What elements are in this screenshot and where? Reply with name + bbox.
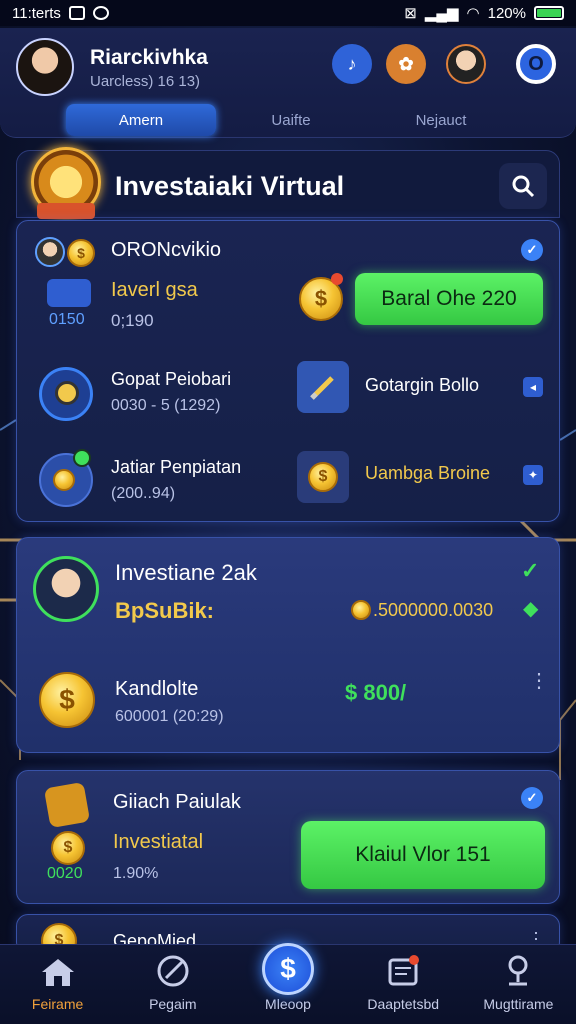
page-title: Investaiaki Virtual (115, 171, 345, 201)
card3-left-value: 0020 (47, 865, 83, 882)
row3-expand-icon[interactable]: ✦ (523, 465, 543, 485)
signal-icon: ▂▄▆ (424, 5, 459, 22)
card1-label: Iaverl gsa (111, 279, 198, 301)
avatar[interactable] (33, 556, 99, 622)
row2-right-label: Gotargin Bollo (365, 375, 480, 395)
pen-circle-icon (157, 955, 189, 987)
wifi-icon: ◠ (466, 5, 480, 22)
card1-action-button[interactable]: Baral Ohe 220 (355, 273, 543, 325)
bell-icon[interactable]: ♪ (332, 44, 372, 84)
dollar-icon: $ (262, 943, 314, 995)
coin-inner-icon (53, 469, 75, 491)
avatar[interactable] (16, 38, 74, 96)
dollar-coin-icon: $ (39, 672, 95, 728)
app-header: Riarckivhka Uarcless) 16 13) ♪ ✿ O Amern… (0, 28, 576, 138)
coin-icon: $ (67, 239, 95, 267)
card3-label: Investiatal (113, 831, 204, 853)
investment-card-1: $ ORONcvikio Iaverl gsa 0150 0;190 ✓ $ B… (16, 220, 560, 522)
card-icon (47, 279, 91, 307)
cat-icon[interactable]: ✿ (386, 44, 426, 84)
gem-icon: ◆ (523, 598, 539, 620)
more-options-icon[interactable]: ⋮ (529, 671, 549, 691)
home-icon (41, 959, 74, 986)
status-time: 11:terts (12, 4, 61, 22)
row2-title: Gopat Peiobari (111, 369, 232, 389)
tab-bar: Amern Uaifte Nejauct (66, 104, 516, 136)
nav-daaptetsbd-label: Daaptetsbd (367, 996, 440, 1012)
card3-percent: 1.90% (113, 865, 159, 882)
card1-left-value: 0150 (49, 311, 85, 328)
search-button[interactable] (499, 163, 547, 209)
row2-expand-icon[interactable]: ◂ (523, 377, 543, 397)
settings-ring-icon[interactable]: O (516, 44, 556, 84)
nav-home[interactable]: Feirame (0, 945, 115, 1024)
nav-mugttirame-label: Mugttirame (483, 996, 554, 1012)
notification-icon (68, 6, 85, 20)
balance-coin-icon (351, 600, 371, 620)
tab-uaifte[interactable]: Uaifte (216, 104, 366, 136)
row3-right-label: Uambga Broine (365, 463, 491, 483)
coin-tile-icon: $ (297, 451, 349, 503)
row3-subtitle: (200..94) (111, 485, 176, 502)
search-icon (512, 175, 535, 198)
user-subtitle: Uarcless) 16 13) (90, 73, 201, 90)
card3-title: Giiach Paiulak (113, 791, 241, 813)
check-icon[interactable]: ✓ (521, 239, 543, 261)
coin-stack-icon (43, 781, 91, 829)
nav-daaptetsbd[interactable]: Daaptetsbd (346, 945, 461, 1024)
card2-balance: .5000000.0030 (373, 600, 494, 620)
card3-action-button[interactable]: Klaiul Vlor 151 (301, 821, 545, 889)
nav-mugttirame[interactable]: Mugttirame (461, 945, 576, 1024)
green-dot-icon (73, 449, 91, 467)
nav-pegaim[interactable]: Pegaim (115, 945, 230, 1024)
bottom-navigation: Feirame Pegaim $ Mleoop Daaptetsbd Mugtt… (0, 943, 576, 1024)
card2-label: BpSuBik: (115, 598, 214, 623)
nfc-icon: ⊠ (404, 5, 417, 22)
notification-icon-2 (92, 6, 109, 20)
card2-item-subtitle: 600001 (20:29) (115, 708, 224, 725)
trophy-ribbon (37, 203, 95, 219)
pen-icon (297, 361, 349, 413)
status-bar: 11:terts ⊠ ▂▄▆ ◠ 120% (0, 0, 576, 26)
coin-icon: $ (51, 831, 85, 865)
document-icon (388, 955, 420, 986)
profile-avatar-icon[interactable] (446, 44, 486, 84)
battery-percent: 120% (487, 4, 526, 22)
nav-mleoop-label: Mleoop (265, 996, 311, 1012)
card2-item-amount: $ 800/ (345, 680, 407, 705)
card2-item-title: Kandlolte (115, 678, 199, 700)
investment-card-2: Investiane 2ak BpSuBik: ✓ .5000000.0030 … (16, 537, 560, 753)
nav-pegaim-label: Pegaim (149, 996, 197, 1012)
row2-subtitle: 0030 - 5 (1292) (111, 397, 221, 414)
user-name: Riarckivhka (90, 46, 208, 69)
magnifier-icon (55, 381, 79, 405)
tab-nejauct[interactable]: Nejauct (366, 104, 516, 136)
nav-home-label: Feirame (31, 996, 84, 1012)
notification-dot-icon (331, 273, 343, 285)
nav-mleoop[interactable]: $ Mleoop (230, 943, 345, 1024)
battery-icon (534, 6, 564, 20)
check-icon[interactable]: ✓ (521, 787, 543, 809)
user-pin-icon (508, 955, 528, 986)
tab-amern[interactable]: Amern (66, 104, 216, 136)
check-icon[interactable]: ✓ (521, 558, 539, 584)
row3-title: Jatiar Penpiatan (111, 457, 242, 477)
investment-card-3: $ Giiach Paiulak Investiatal 0020 1.90% … (16, 770, 560, 904)
card1-name: ORONcvikio (111, 239, 222, 261)
card2-title: Investiane 2ak (115, 560, 257, 585)
card1-left-value-2: 0;190 (111, 311, 154, 330)
mini-avatar-icon (35, 237, 65, 267)
panel-header: Investaiaki Virtual (16, 147, 560, 219)
